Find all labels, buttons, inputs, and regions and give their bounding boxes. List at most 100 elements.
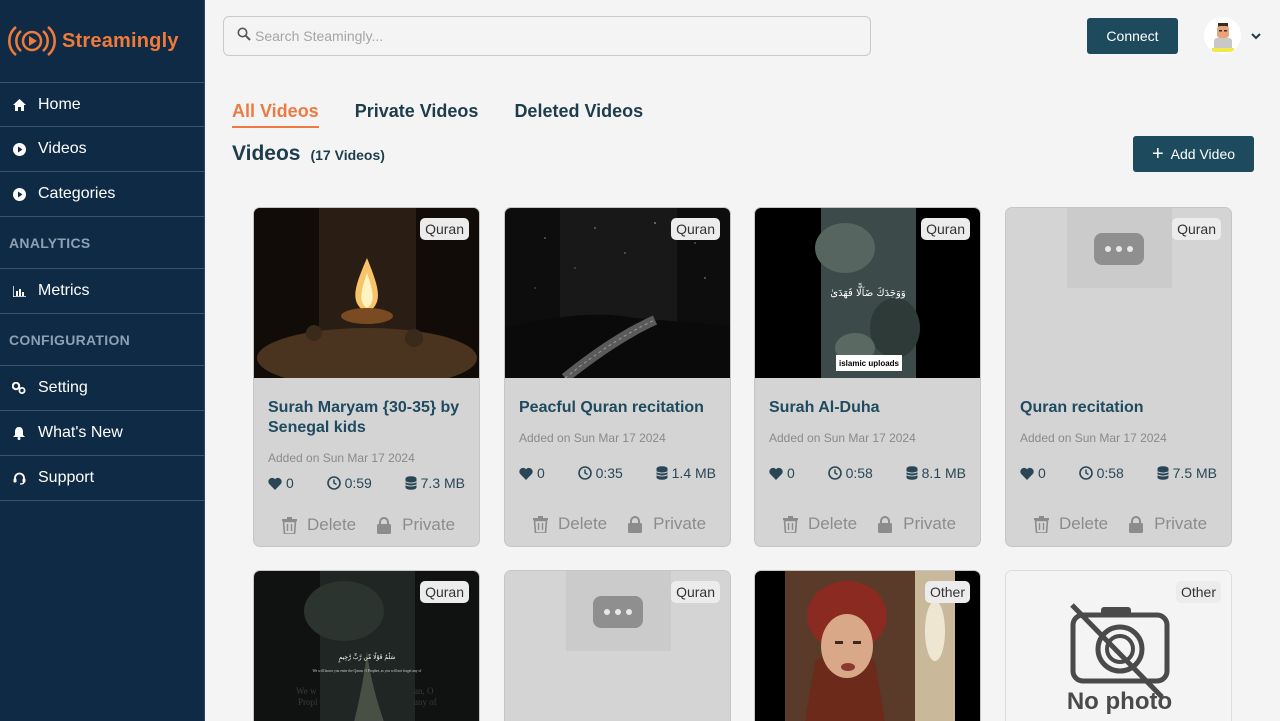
clock-icon: [827, 466, 842, 480]
video-thumbnail[interactable]: Quran: [505, 208, 730, 378]
delete-label: Delete: [1059, 514, 1109, 533]
bar-chart-icon: [12, 284, 26, 298]
video-card[interactable]: Quran Surah Maryam {30-35} by Senegal ki…: [253, 207, 480, 547]
video-stats: 0 0:59 7.3 MB: [268, 475, 465, 491]
duration: 0:59: [344, 475, 372, 491]
sidebar-item-setting[interactable]: Setting: [0, 366, 204, 411]
duration-stat: 0:58: [1078, 465, 1124, 481]
file-size: 1.4 MB: [671, 465, 716, 481]
delete-label: Delete: [558, 514, 608, 533]
likes-count: 0: [537, 465, 545, 481]
added-date: Added on Sun Mar 17 2024: [268, 451, 415, 465]
duration: 0:58: [1096, 465, 1124, 481]
delete-button[interactable]: Delete: [1034, 514, 1108, 534]
added-date: Added on Sun Mar 17 2024: [769, 431, 916, 445]
sidebar: Streamingly Home Videos Categories ANALY…: [0, 0, 205, 721]
bell-icon: [12, 426, 26, 440]
card-actions: Delete Private: [533, 514, 726, 534]
tab-all-videos[interactable]: All Videos: [232, 101, 319, 128]
chevron-down-icon[interactable]: [1250, 29, 1262, 41]
video-thumbnail[interactable]: سَلَٰمٌ قَوْلًا مِّن رَّبٍّ رَّحِيمٍ We …: [254, 571, 479, 721]
sidebar-item-home[interactable]: Home: [0, 82, 204, 127]
sidebar-item-categories[interactable]: Categories: [0, 172, 204, 217]
delete-button[interactable]: Delete: [282, 515, 356, 535]
card-actions: Delete Private: [1034, 514, 1227, 534]
blurred-caption-right: any of: [414, 697, 437, 707]
video-title[interactable]: Surah Maryam {30-35} by Senegal kids: [268, 398, 468, 438]
likes-count: 0: [1038, 465, 1046, 481]
avatar[interactable]: [1204, 17, 1241, 54]
tab-deleted-videos[interactable]: Deleted Videos: [514, 101, 643, 128]
trash-icon: [282, 516, 297, 534]
video-title[interactable]: Surah Al-Duha: [769, 398, 969, 418]
duration-stat: 0:59: [326, 475, 372, 491]
video-title[interactable]: Quran recitation: [1020, 398, 1220, 418]
sidebar-item-support[interactable]: Support: [0, 456, 204, 501]
search-bar[interactable]: [223, 16, 871, 56]
page-heading: Videos (17 Videos): [232, 142, 385, 166]
video-card[interactable]: Other: [754, 570, 981, 721]
blurred-caption-left: We w: [296, 686, 317, 696]
heart-icon: [769, 467, 783, 480]
video-title[interactable]: Peacful Quran recitation: [519, 398, 719, 418]
size-stat: 1.4 MB: [655, 465, 716, 481]
heart-icon: [268, 477, 282, 490]
clock-icon: [326, 476, 341, 490]
category-tag: Quran: [1172, 218, 1221, 240]
delete-button[interactable]: Delete: [783, 514, 857, 534]
video-thumbnail[interactable]: Other: [755, 571, 980, 721]
video-card[interactable]: Quran Peacful Quran recitation Added on …: [504, 207, 731, 547]
sidebar-item-whats-new[interactable]: What's New: [0, 411, 204, 456]
sidebar-item-metrics[interactable]: Metrics: [0, 269, 204, 314]
database-icon: [1156, 466, 1169, 480]
home-icon: [12, 98, 26, 112]
delete-label: Delete: [808, 514, 858, 533]
sidebar-item-label: Metrics: [38, 282, 90, 299]
clock-icon: [577, 466, 592, 480]
search-icon: [237, 27, 251, 46]
gears-icon: [12, 381, 26, 395]
video-card[interactable]: No photo Other: [1005, 570, 1232, 721]
likes-stat: 0: [519, 465, 545, 481]
page-title: Videos: [232, 142, 301, 165]
video-card[interactable]: سَلَٰمٌ قَوْلًا مِّن رَّبٍّ رَّحِيمٍ We …: [253, 570, 480, 721]
sidebar-item-label: Home: [38, 95, 81, 113]
video-card[interactable]: Quran: [504, 570, 731, 721]
likes-stat: 0: [769, 465, 795, 481]
lock-icon: [628, 515, 643, 533]
play-circle-icon: [12, 187, 26, 201]
video-card[interactable]: Quran Quran recitation Added on Sun Mar …: [1005, 207, 1232, 547]
connect-button[interactable]: Connect: [1087, 18, 1178, 54]
video-card[interactable]: وَوَجَدَكَ ضَآلًّا فَهَدَىٰ islamic uplo…: [754, 207, 981, 547]
video-thumbnail[interactable]: Quran: [505, 571, 730, 721]
video-thumbnail[interactable]: Quran: [254, 208, 479, 378]
video-thumbnail[interactable]: No photo Other: [1006, 571, 1231, 721]
video-tabs: All Videos Private Videos Deleted Videos: [232, 101, 679, 128]
search-input[interactable]: [255, 28, 815, 44]
private-button[interactable]: Private: [1128, 514, 1207, 534]
sidebar-item-label: What's New: [38, 424, 123, 441]
size-stat: 7.5 MB: [1156, 465, 1217, 481]
tab-private-videos[interactable]: Private Videos: [355, 101, 479, 128]
plus-icon: +: [1151, 143, 1164, 165]
add-video-button[interactable]: + Add Video: [1133, 136, 1254, 172]
private-button[interactable]: Private: [376, 515, 455, 535]
file-size: 8.1 MB: [921, 465, 966, 481]
category-tag: Quran: [420, 218, 469, 240]
sidebar-item-videos[interactable]: Videos: [0, 127, 204, 172]
category-tag: Quran: [420, 581, 469, 603]
private-button[interactable]: Private: [627, 514, 706, 534]
delete-button[interactable]: Delete: [533, 514, 607, 534]
blurred-caption-left: Propl: [298, 697, 318, 707]
sidebar-item-label: Categories: [38, 185, 116, 202]
category-tag: Other: [924, 581, 970, 603]
video-thumbnail[interactable]: Quran: [1006, 208, 1231, 378]
duration-stat: 0:58: [827, 465, 873, 481]
section-configuration: CONFIGURATION: [0, 314, 204, 366]
private-button[interactable]: Private: [877, 514, 956, 534]
lock-icon: [377, 516, 392, 534]
card-actions: Delete Private: [783, 514, 976, 534]
brand-logo[interactable]: Streamingly: [0, 0, 204, 82]
duration: 0:58: [845, 465, 873, 481]
video-thumbnail[interactable]: وَوَجَدَكَ ضَآلًّا فَهَدَىٰ islamic uplo…: [755, 208, 980, 378]
